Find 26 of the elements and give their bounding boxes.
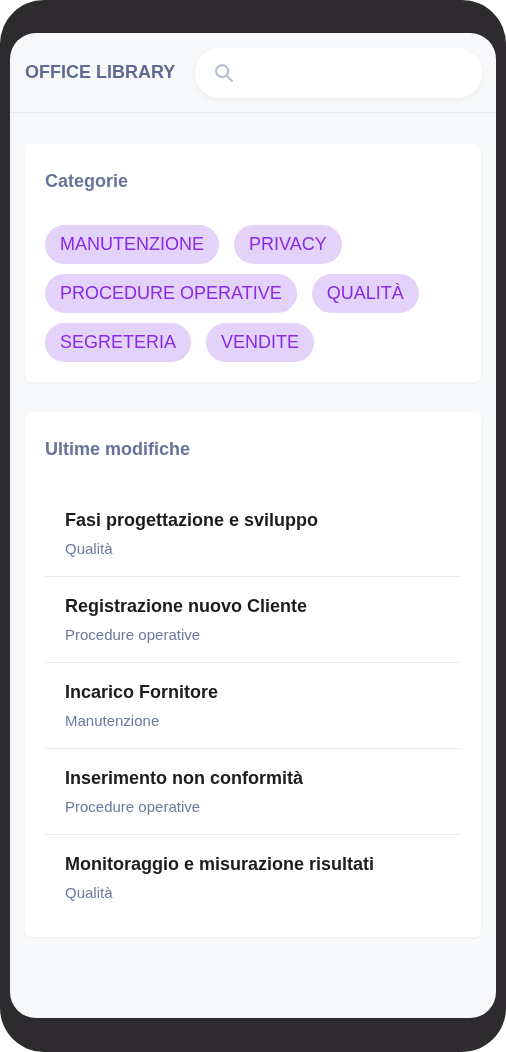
document-category: Qualità bbox=[65, 883, 114, 904]
app-title: OFFICE LIBRARY bbox=[25, 61, 176, 84]
document-category: Manutenzione bbox=[65, 710, 161, 731]
document-category: Procedure operative bbox=[65, 796, 202, 817]
document-category: Qualità bbox=[65, 538, 114, 559]
document-item[interactable]: Registrazione nuovo Cliente Procedure operative bbox=[45, 577, 461, 663]
category-tag[interactable]: MANUTENZIONE bbox=[45, 225, 219, 264]
document-title: Incarico Fornitore bbox=[65, 680, 220, 704]
document-title: Inserimento non conformità bbox=[65, 766, 305, 790]
document-item[interactable]: Monitoraggio e misurazione risultati Qualità bbox=[45, 835, 461, 921]
document-title: Monitoraggio e misurazione risultati bbox=[65, 853, 376, 877]
category-tag[interactable]: PROCEDURE OPERATIVE bbox=[45, 274, 297, 313]
category-tag[interactable]: QUALITÀ bbox=[311, 274, 419, 313]
document-item[interactable]: Incarico Fornitore Manutenzione bbox=[45, 663, 461, 749]
search-icon bbox=[213, 61, 236, 84]
category-tag[interactable]: SEGRETERIA bbox=[45, 323, 192, 362]
document-title: Fasi progettazione e sviluppo bbox=[65, 508, 320, 532]
card-title: Categorie bbox=[45, 170, 130, 193]
document-item[interactable]: Fasi progettazione e sviluppo Qualità bbox=[45, 491, 461, 577]
search-field[interactable] bbox=[195, 47, 482, 98]
document-item[interactable]: Inserimento non conformità Procedure operative bbox=[45, 749, 461, 835]
document-category: Procedure operative bbox=[65, 624, 202, 645]
document-title: Registrazione nuovo Cliente bbox=[65, 594, 309, 618]
category-tag[interactable]: PRIVACY bbox=[234, 225, 342, 264]
category-tag[interactable]: VENDITE bbox=[206, 323, 315, 362]
card-title: Ultime modifiche bbox=[45, 438, 192, 461]
